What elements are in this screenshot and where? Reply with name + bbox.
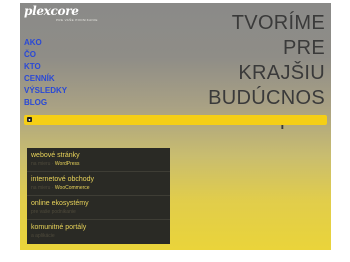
service-item[interactable]: internetové obchody na mieru · WooCommer… [27, 172, 170, 196]
main-nav: AKO ČO KTO CENNÍK VÝSLEDKY BLOG [24, 37, 67, 109]
services-list: webové stránky na mieru · WordPress inte… [27, 148, 170, 244]
nav-item-blog[interactable]: BLOG [24, 97, 67, 109]
service-sub-prefix: pre vaše podnikanie [31, 209, 76, 215]
headline-line: KRAJŠIU [238, 62, 325, 84]
service-title: online ekosystémy [31, 200, 89, 207]
logo-subtitle: PRE VAŠE PODNIKANIE [56, 18, 98, 22]
service-item[interactable]: webové stránky na mieru · WordPress [27, 148, 170, 172]
hero-section: plexcore PRE VAŠE PODNIKANIE AKO ČO KTO … [20, 3, 331, 250]
nav-item-vysledky[interactable]: VÝSLEDKY [24, 85, 67, 97]
nav-item-ako[interactable]: AKO [24, 37, 67, 49]
service-title: komunitné portály [31, 224, 87, 231]
nav-item-cennik[interactable]: CENNÍK [24, 73, 67, 85]
service-sub-prefix: na mieru · [31, 185, 55, 191]
service-title: internetové obchody [31, 176, 95, 183]
service-sub-prefix: a aplikácie [31, 233, 55, 239]
service-subtitle: na mieru · WooCommerce [31, 184, 166, 192]
service-item[interactable]: online ekosystémy pre vaše podnikanie [27, 196, 170, 220]
nav-item-kto[interactable]: KTO [24, 61, 67, 73]
headline-line: TVORÍME [231, 12, 325, 34]
service-tech: WooCommerce [54, 185, 90, 191]
nav-item-co[interactable]: ČO [24, 49, 67, 61]
service-tech: WordPress [54, 161, 80, 167]
headline-line: PRE [282, 37, 325, 59]
cookie-icon[interactable]: ● [27, 117, 32, 122]
service-sub-prefix: na mieru · [31, 161, 55, 167]
service-subtitle: na mieru · WordPress [31, 160, 166, 168]
service-item[interactable]: komunitné portály a aplikácie [27, 220, 170, 244]
plexcore-logo[interactable]: plexcore [24, 5, 79, 17]
headline-line: BUDÚCNOS [208, 87, 325, 109]
service-title: webové stránky [31, 152, 80, 159]
service-subtitle: pre vaše podnikanie [31, 208, 166, 216]
cookie-bar: ● [24, 115, 327, 125]
service-subtitle: a aplikácie [31, 232, 166, 240]
